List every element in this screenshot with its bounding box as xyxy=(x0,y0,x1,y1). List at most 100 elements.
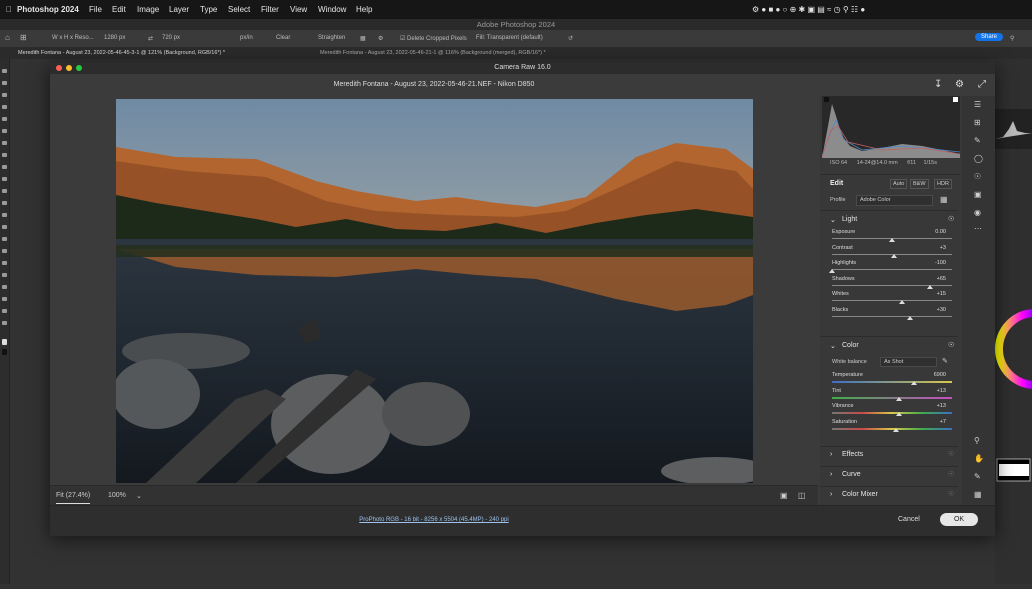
reset-icon[interactable]: ↺ xyxy=(568,35,573,42)
zoom-100-button[interactable]: 100% xyxy=(108,492,126,499)
preview-image[interactable] xyxy=(116,99,753,483)
tint-slider-thumb[interactable] xyxy=(896,396,903,401)
gear-icon[interactable]: ⚙ xyxy=(378,35,383,42)
fullscreen-icon[interactable]: ⤢ xyxy=(978,79,986,90)
search-icon[interactable]: ⚲ xyxy=(1010,35,1014,42)
visibility-eye-icon[interactable]: ☉ xyxy=(948,490,954,498)
color-mixer-section-header[interactable]: › Color Mixer ☉ xyxy=(820,486,958,503)
shape-tool-icon[interactable] xyxy=(2,285,7,289)
crop-tool-icon[interactable]: ⊞ xyxy=(20,33,27,42)
zoom-fit-button[interactable]: Fit (27.4%) xyxy=(56,492,91,504)
path-select-icon[interactable] xyxy=(2,273,7,277)
brush-tool-icon[interactable] xyxy=(2,165,7,169)
temperature-slider-thumb[interactable] xyxy=(910,381,917,385)
shadows-value[interactable]: +65 xyxy=(937,276,946,282)
exposure-slider-thumb[interactable] xyxy=(889,238,895,242)
contrast-slider-thumb[interactable] xyxy=(891,253,898,258)
tint-slider-track[interactable] xyxy=(832,396,952,399)
background-color-swatch[interactable] xyxy=(2,349,7,355)
settings-gear-icon[interactable]: ⚙ xyxy=(955,79,964,90)
move-tool-icon[interactable] xyxy=(2,69,7,73)
profile-browser-icon[interactable]: ▦ xyxy=(940,195,948,204)
grid-overlay-icon[interactable]: ▦ xyxy=(974,490,982,499)
hand-icon[interactable]: ✋ xyxy=(974,454,984,463)
visibility-eye-icon[interactable]: ☉ xyxy=(948,215,954,223)
lasso-tool-icon[interactable] xyxy=(2,93,7,97)
whites-slider-track[interactable] xyxy=(832,300,952,302)
red-eye-icon[interactable]: ☉ xyxy=(974,172,981,181)
menu-window[interactable]: Window xyxy=(318,5,346,14)
menu-view[interactable]: View xyxy=(290,5,307,14)
history-brush-icon[interactable] xyxy=(2,189,7,193)
color-sampler-icon[interactable]: ✎ xyxy=(974,472,981,481)
workflow-options-link[interactable]: ProPhoto RGB - 16 bit - 8256 x 5504 (45.… xyxy=(50,517,818,523)
menu-file[interactable]: File xyxy=(89,5,102,14)
clear-button[interactable]: Clear xyxy=(276,35,290,41)
white-balance-select[interactable]: As Shot xyxy=(880,357,937,367)
shadows-slider-track[interactable] xyxy=(832,284,952,286)
saturation-value[interactable]: +7 xyxy=(940,419,946,425)
blacks-value[interactable]: +30 xyxy=(937,307,946,313)
ratio-select[interactable]: W x H x Reso... xyxy=(52,35,94,41)
menu-edit[interactable]: Edit xyxy=(112,5,126,14)
crop-tool-icon[interactable] xyxy=(2,117,7,121)
shadows-slider-thumb[interactable] xyxy=(927,284,934,289)
apple-icon[interactable]:  xyxy=(6,5,12,14)
profile-select[interactable]: Adobe Color xyxy=(856,195,933,206)
snapshots-icon[interactable]: ▣ xyxy=(974,190,982,199)
more-options-icon[interactable]: ⋯ xyxy=(974,224,982,233)
before-after-icon[interactable]: ◫ xyxy=(798,491,806,500)
contrast-value[interactable]: +3 xyxy=(940,245,946,251)
menu-select[interactable]: Select xyxy=(228,5,250,14)
dodge-tool-icon[interactable] xyxy=(2,237,7,241)
curve-section-header[interactable]: › Curve ☉ xyxy=(820,466,958,483)
cancel-button[interactable]: Cancel xyxy=(898,516,920,523)
vibrance-slider-track[interactable] xyxy=(832,412,952,415)
filmstrip-toggle-icon[interactable]: ▣ xyxy=(780,491,788,500)
highlights-value[interactable]: -100 xyxy=(935,260,946,266)
ok-button[interactable]: OK xyxy=(940,513,978,526)
pen-tool-icon[interactable] xyxy=(2,249,7,253)
blur-tool-icon[interactable] xyxy=(2,225,7,229)
type-tool-icon[interactable] xyxy=(2,261,7,265)
vibrance-slider-thumb[interactable] xyxy=(896,412,903,417)
grid-icon[interactable]: ▦ xyxy=(360,35,366,42)
highlights-slider-thumb[interactable] xyxy=(829,269,835,274)
whites-value[interactable]: +15 xyxy=(937,291,946,297)
crop-icon[interactable]: ⊞ xyxy=(974,118,981,127)
visibility-eye-icon[interactable]: ☉ xyxy=(948,450,954,458)
whites-slider-thumb[interactable] xyxy=(898,300,905,305)
tab-document-1[interactable]: Meredith Fontana - August 23, 2022-05-46… xyxy=(18,50,225,56)
exposure-value[interactable]: 0.00 xyxy=(935,229,946,235)
zoom-icon[interactable]: ⚲ xyxy=(974,436,980,445)
tab-document-2[interactable]: Meredith Fontana - August 23, 2022-05-46… xyxy=(320,50,546,56)
zoom-tool-icon[interactable] xyxy=(2,309,7,313)
auto-button[interactable]: Auto xyxy=(890,179,908,189)
color-section-header[interactable]: ⌄ Color ☉ xyxy=(820,336,958,353)
light-section-header[interactable]: ⌄ Light ☉ xyxy=(820,210,958,227)
masking-icon[interactable]: ◯ xyxy=(974,154,983,163)
blacks-slider-track[interactable] xyxy=(832,316,952,317)
menu-layer[interactable]: Layer xyxy=(169,5,189,14)
eraser-tool-icon[interactable] xyxy=(2,201,7,205)
blacks-slider-thumb[interactable] xyxy=(907,316,913,320)
visibility-eye-icon[interactable]: ☉ xyxy=(948,341,954,349)
vibrance-value[interactable]: +13 xyxy=(937,403,946,409)
more-tools-icon[interactable] xyxy=(2,321,7,325)
healing-icon[interactable]: ✎ xyxy=(974,136,981,145)
home-icon[interactable]: ⌂ xyxy=(5,33,10,42)
zoom-window-button[interactable] xyxy=(76,65,82,71)
share-button[interactable]: Share xyxy=(975,33,1004,41)
menu-type[interactable]: Type xyxy=(200,5,217,14)
width-field[interactable]: 1280 px xyxy=(104,35,125,41)
tint-value[interactable]: +13 xyxy=(937,388,946,394)
straighten-button[interactable]: Straighten xyxy=(318,35,345,41)
height-field[interactable]: 720 px xyxy=(162,35,180,41)
menu-image[interactable]: Image xyxy=(137,5,159,14)
swap-icon[interactable]: ⇄ xyxy=(148,35,153,42)
effects-section-header[interactable]: › Effects ☉ xyxy=(820,446,958,463)
visibility-eye-icon[interactable]: ☉ xyxy=(948,470,954,478)
temperature-value[interactable]: 6900 xyxy=(934,372,946,378)
delete-cropped-checkbox[interactable]: ☑ Delete Cropped Pixels xyxy=(400,35,467,42)
healing-tool-icon[interactable] xyxy=(2,153,7,157)
